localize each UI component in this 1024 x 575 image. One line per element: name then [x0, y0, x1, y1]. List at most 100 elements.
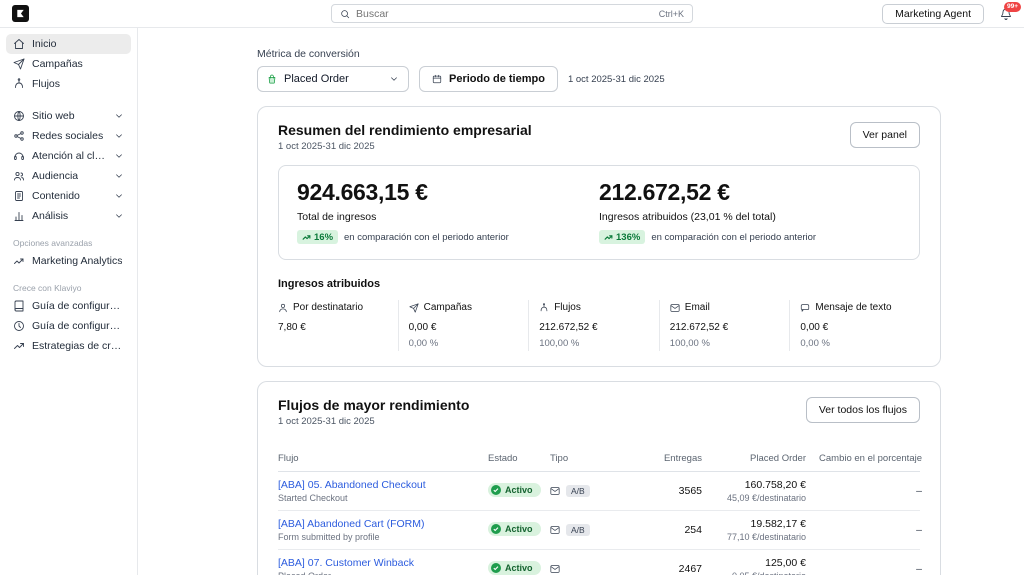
- breakdown-pct: 100,00 %: [539, 338, 580, 349]
- klaviyo-logo[interactable]: [12, 5, 29, 22]
- notifications-button[interactable]: 99+: [1000, 1, 1021, 20]
- sidebar-item-analisis[interactable]: Análisis: [6, 206, 131, 226]
- notification-badge: 99+: [1003, 1, 1021, 12]
- sidebar-item-label: Inicio: [32, 38, 57, 50]
- attributed-revenue-header: Ingresos atribuidos: [278, 278, 381, 290]
- attributed-revenue-label: Ingresos atribuidos (23,01 % del total): [599, 211, 776, 223]
- flow-link[interactable]: [ABA] 05. Abandoned Checkout: [278, 479, 488, 491]
- deliveries-cell: 2467: [678, 563, 702, 575]
- type-cell: A/B: [550, 524, 636, 536]
- share-icon: [14, 131, 24, 141]
- sidebar: Inicio Campañas Flujos Sitio web Redes s…: [0, 28, 138, 575]
- top-flows-card: Flujos de mayor rendimiento 1 oct 2025-3…: [257, 381, 941, 575]
- status-label: Activo: [505, 485, 533, 495]
- sidebar-item-campanas[interactable]: Campañas: [6, 54, 131, 74]
- breakdown-head: Email: [670, 302, 780, 313]
- breakdown-col-campaigns: Campañas 0,00 € 0,00 %: [397, 300, 529, 351]
- sidebar-item-contenido[interactable]: Contenido: [6, 186, 131, 206]
- sidebar-item-label: Sitio web: [32, 110, 75, 122]
- sidebar-item-label: Atención al cliente: [32, 150, 107, 162]
- sidebar-item-flujos[interactable]: Flujos: [6, 74, 131, 94]
- flow-link[interactable]: [ABA] Abandoned Cart (FORM): [278, 518, 488, 530]
- sidebar-item-marketing-analytics[interactable]: Marketing Analytics: [6, 251, 131, 271]
- klaviyo-flag-icon: [17, 9, 24, 18]
- total-revenue-label: Total de ingresos: [297, 211, 377, 223]
- card-title: Resumen del rendimiento empresarial: [278, 122, 532, 138]
- status-cell: Activo: [488, 560, 550, 575]
- sidebar-item-sitio-web[interactable]: Sitio web: [6, 106, 131, 126]
- breakdown-value: 212.672,52 €: [669, 322, 729, 333]
- status-cell: Activo: [488, 482, 550, 500]
- ab-test-badge: A/B: [566, 485, 590, 497]
- card-title: Flujos de mayor rendimiento: [278, 397, 470, 413]
- sidebar-item-guia-configuracion-2[interactable]: Guía de configuración d...: [6, 316, 131, 336]
- status-cell: Activo: [488, 521, 550, 539]
- metric-cell: 125,00 € 0,05 €/destinatario: [702, 557, 806, 575]
- account-button[interactable]: Marketing Agent: [882, 3, 984, 24]
- check-circle-icon: [491, 563, 501, 573]
- campaigns-icon: [13, 58, 25, 70]
- breakdown-col-sms: Mensaje de texto 0,00 € 0,00 %: [789, 300, 920, 351]
- search-bar[interactable]: Ctrl+K: [331, 4, 693, 23]
- sidebar-item-atencion-cliente[interactable]: Atención al cliente: [6, 146, 131, 166]
- metric-cell: 19.582,17 € 77,10 €/destinatario: [702, 518, 806, 542]
- view-panel-button[interactable]: Ver panel: [849, 122, 920, 148]
- table-row: [ABA] Abandoned Cart (FORM) Form submitt…: [278, 511, 922, 550]
- headset-icon: [14, 152, 24, 160]
- search-input[interactable]: [356, 7, 653, 20]
- controls-row: Placed Order Periodo de tiempo 1 oct 202…: [257, 66, 1024, 92]
- chevron-down-icon: [114, 211, 124, 221]
- attributed-revenue-metric: 212.672,52 € Ingresos atribuidos (23,01 …: [599, 179, 901, 244]
- status-badge: Activo: [488, 561, 541, 575]
- change-cell: –: [916, 524, 922, 536]
- globe-icon: [14, 111, 24, 121]
- sidebar-item-label: Guía de configuración d...: [32, 320, 124, 332]
- sidebar-item-label: Contenido: [32, 190, 80, 202]
- attributed-breakdown: Por destinatario 7,80 € Campañas 0,00 € …: [278, 300, 920, 351]
- chevron-down-icon: [114, 131, 124, 141]
- person-icon: [279, 303, 287, 312]
- breakdown-col-per-recipient: Por destinatario 7,80 €: [278, 300, 398, 351]
- sidebar-item-redes-sociales[interactable]: Redes sociales: [6, 126, 131, 146]
- sidebar-item-label: Flujos: [32, 78, 61, 90]
- home-icon: [14, 39, 24, 49]
- main-content: Métrica de conversión Placed Order Perio…: [138, 28, 1024, 575]
- line-chart-icon: [14, 258, 24, 264]
- sidebar-item-guia-configuracion-1[interactable]: Guía de configuración d...: [6, 296, 131, 316]
- table-row: [ABA] 07. Customer Winback Placed Order …: [278, 550, 922, 575]
- email-icon: [550, 487, 560, 495]
- placed-order-bag-icon: [268, 74, 276, 84]
- total-revenue-value: 924.663,15 €: [297, 179, 428, 205]
- status-label: Activo: [505, 563, 533, 573]
- breakdown-pct: 0,00 %: [800, 338, 830, 349]
- breakdown-value: 0,00 €: [408, 322, 437, 333]
- sidebar-item-inicio[interactable]: Inicio: [6, 34, 131, 54]
- sidebar-item-audiencia[interactable]: Audiencia: [6, 166, 131, 186]
- breakdown-head: Campañas: [409, 302, 519, 313]
- status-badge: Activo: [488, 522, 541, 536]
- book-icon: [14, 300, 24, 312]
- breakdown-pct: 0,00 %: [408, 338, 439, 349]
- change-percent: 16%: [314, 231, 334, 243]
- total-revenue-change: 16% en comparación con el periodo anteri…: [297, 230, 599, 244]
- flow-name-cell: [ABA] 05. Abandoned Checkout Started Che…: [278, 479, 488, 503]
- sidebar-item-label: Estrategias de crecimien...: [32, 340, 124, 352]
- change-note: en comparación con el periodo anterior: [344, 231, 509, 243]
- chevron-down-icon: [389, 74, 399, 84]
- flow-link[interactable]: [ABA] 07. Customer Winback: [278, 557, 488, 569]
- breakdown-label: Mensaje de texto: [815, 302, 892, 313]
- time-period-button[interactable]: Periodo de tiempo: [419, 66, 558, 92]
- breakdown-value: 0,00 €: [800, 322, 829, 333]
- conversion-metric-dropdown[interactable]: Placed Order: [257, 66, 409, 92]
- col-header-change: Cambio en el porcentaje: [819, 453, 922, 464]
- sidebar-item-label: Guía de configuración d...: [32, 300, 124, 312]
- change-badge: 16%: [297, 230, 339, 244]
- sidebar-item-estrategias[interactable]: Estrategias de crecimien...: [6, 336, 131, 356]
- breakdown-pct: 100,00 %: [669, 338, 710, 349]
- view-all-flows-button[interactable]: Ver todos los flujos: [805, 397, 920, 423]
- bar-chart-icon: [14, 212, 24, 221]
- type-cell: [550, 564, 636, 574]
- time-period-label: Periodo de tiempo: [449, 73, 545, 85]
- chat-bubble-icon: [801, 303, 810, 312]
- conversion-metric-label: Métrica de conversión: [257, 48, 360, 60]
